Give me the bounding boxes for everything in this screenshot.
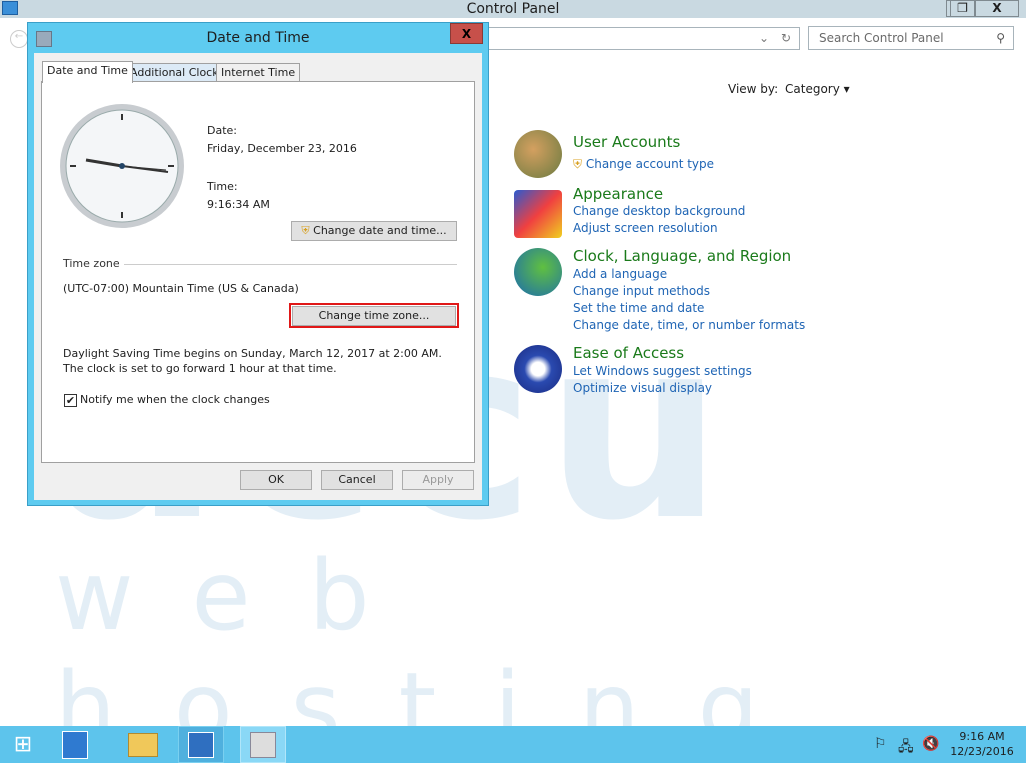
category-appearance[interactable]: Appearance xyxy=(573,185,663,203)
speaker-muted-icon[interactable]: 🔇 xyxy=(922,736,939,752)
network-icon[interactable]: 🖧 xyxy=(898,736,914,760)
category-user-accounts[interactable]: User Accounts xyxy=(573,133,680,151)
close-button[interactable]: X xyxy=(975,0,1019,17)
folder-icon xyxy=(128,732,158,757)
restore-button[interactable]: ❐ xyxy=(950,0,975,17)
link-change-account-type[interactable]: ⛨ Change account type xyxy=(573,157,714,172)
link-change-formats[interactable]: Change date, time, or number formats xyxy=(573,318,805,332)
dropdown-arrow-icon: ▾ xyxy=(843,82,850,96)
link-set-time-date[interactable]: Set the time and date xyxy=(573,301,704,315)
search-icon: ⚲ xyxy=(996,31,1005,45)
link-windows-suggest-settings[interactable]: Let Windows suggest settings xyxy=(573,364,752,378)
address-bar[interactable]: ⌄ ↻ xyxy=(470,27,800,50)
server-manager-icon xyxy=(62,730,88,759)
date-value: Friday, December 23, 2016 xyxy=(207,142,357,155)
category-ease-of-access[interactable]: Ease of Access xyxy=(573,344,684,362)
dialog-close-button[interactable]: X xyxy=(450,23,483,44)
notify-label: Notify me when the clock changes xyxy=(80,393,270,406)
link-change-input-methods[interactable]: Change input methods xyxy=(573,284,710,298)
dialog-title: Date and Time xyxy=(206,30,310,46)
apply-button[interactable]: Apply xyxy=(402,470,474,490)
divider xyxy=(124,264,457,265)
calendar-clock-icon xyxy=(250,731,276,758)
change-time-zone-button[interactable]: Change time zone... xyxy=(292,306,456,326)
clock-date: 12/23/2016 xyxy=(950,745,1014,758)
tab-internet-time[interactable]: Internet Time xyxy=(216,63,301,82)
date-label: Date: xyxy=(207,124,237,137)
flag-icon[interactable]: ⚐ xyxy=(874,736,887,752)
control-panel-icon xyxy=(188,731,214,758)
ease-of-access-icon xyxy=(514,345,562,393)
category-clock-language-region[interactable]: Clock, Language, and Region xyxy=(573,247,791,265)
link-adjust-screen-resolution[interactable]: Adjust screen resolution xyxy=(573,221,718,235)
time-value: 9:16:34 AM xyxy=(207,198,270,211)
link-add-language[interactable]: Add a language xyxy=(573,267,667,281)
taskbar: ⊞ ⚐ 🖧 🔇 9:16 AM 12/23/2016 xyxy=(0,726,1026,763)
timezone-heading: Time zone xyxy=(63,257,120,270)
tab-panel: Date: Friday, December 23, 2016 Time: 9:… xyxy=(41,81,475,463)
link-optimize-visual-display[interactable]: Optimize visual display xyxy=(573,381,712,395)
timezone-value: (UTC-07:00) Mountain Time (US & Canada) xyxy=(63,282,299,295)
view-by-dropdown[interactable]: Category ▾ xyxy=(785,82,850,96)
windows-logo-icon: ⊞ xyxy=(13,732,33,757)
back-button[interactable]: ← xyxy=(10,30,28,48)
analog-clock xyxy=(60,104,184,228)
tab-additional-clocks[interactable]: Additional Clocks xyxy=(125,63,230,82)
time-label: Time: xyxy=(207,180,238,193)
appearance-icon xyxy=(514,190,562,238)
ok-button[interactable]: OK xyxy=(240,470,312,490)
clock-language-region-icon xyxy=(514,248,562,296)
dialog-body: Date and Time Additional Clocks Internet… xyxy=(34,53,482,500)
window-title: Control Panel xyxy=(466,1,560,17)
control-panel-titlebar: Control Panel xyxy=(0,0,1026,18)
tab-date-and-time[interactable]: Date and Time xyxy=(42,61,133,83)
change-date-time-button[interactable]: ⛨ Change date and time... xyxy=(291,221,457,241)
start-button[interactable]: ⊞ xyxy=(0,726,46,763)
control-panel-taskbar-button[interactable] xyxy=(178,726,224,763)
file-explorer-button[interactable] xyxy=(120,726,166,763)
control-panel-icon xyxy=(2,1,18,15)
clock-time: 9:16 AM xyxy=(959,730,1005,743)
search-input[interactable]: Search Control Panel ⚲ xyxy=(808,26,1014,50)
refresh-icon[interactable]: ↻ xyxy=(781,31,791,45)
view-by-label: View by: xyxy=(728,82,779,96)
system-clock[interactable]: 9:16 AM 12/23/2016 xyxy=(950,729,1014,759)
date-time-dialog: Date and Time X Date and Time Additional… xyxy=(27,22,489,506)
dst-info: Daylight Saving Time begins on Sunday, M… xyxy=(63,347,442,375)
shield-icon: ⛨ xyxy=(301,224,310,237)
notify-checkbox[interactable]: ✔ xyxy=(64,394,77,407)
cancel-button[interactable]: Cancel xyxy=(321,470,393,490)
link-change-desktop-background[interactable]: Change desktop background xyxy=(573,204,745,218)
user-accounts-icon xyxy=(514,130,562,178)
date-time-taskbar-button[interactable] xyxy=(240,726,286,763)
server-manager-button[interactable] xyxy=(52,726,98,763)
chevron-down-icon[interactable]: ⌄ xyxy=(759,31,769,45)
shield-icon: ⛨ xyxy=(573,157,583,171)
